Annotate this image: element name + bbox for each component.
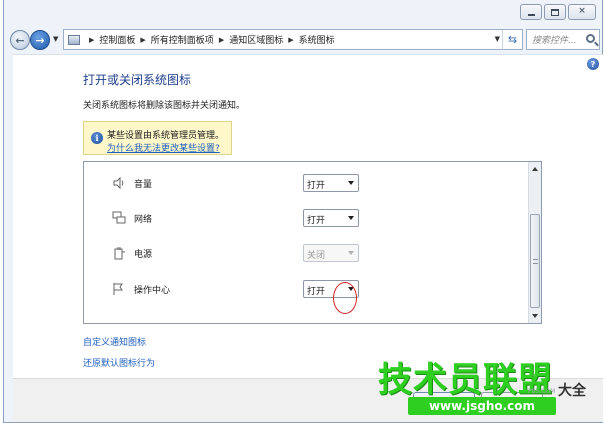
list-item: 电源 关闭 (84, 242, 524, 266)
chevron-right-icon[interactable]: ▶ (288, 36, 293, 44)
chevron-down-icon (348, 216, 354, 220)
back-arrow-icon: ← (15, 33, 25, 47)
admin-notice: i 某些设置由系统管理员管理。 为什么我无法更改某些设置? (83, 121, 232, 155)
computer-icon (68, 34, 80, 45)
breadcrumb-all-items[interactable]: 所有控制面板项 (151, 33, 214, 46)
power-icon (114, 247, 125, 260)
caption-buttons: ✕ (520, 4, 596, 20)
select-value: 打开 (307, 181, 326, 191)
maximize-button[interactable] (544, 4, 566, 20)
maximize-icon (551, 9, 559, 16)
close-icon: ✕ (578, 6, 586, 17)
info-icon: i (91, 132, 103, 144)
page-description: 关闭系统图标将删除该图标并关闭通知。 (83, 101, 246, 111)
notice-text: 某些设置由系统管理员管理。 (107, 131, 225, 141)
flag-icon (113, 283, 123, 295)
select-value: 关闭 (307, 251, 326, 261)
speaker-icon (113, 176, 124, 190)
minimize-icon (528, 14, 535, 16)
search-placeholder: 搜索控件... (532, 36, 577, 46)
list-item: 网络 打开 (84, 207, 524, 231)
forward-button[interactable]: → (30, 30, 50, 50)
icon-label: 网络 (134, 215, 153, 225)
system-icons-list: 音量 打开 网络 打开 电源 关闭 操作中心 打开 (83, 161, 542, 324)
why-cant-change-link[interactable]: 为什么我无法更改某些设置? (107, 141, 220, 154)
help-icon[interactable]: ? (587, 58, 599, 70)
navigation-bar: ← → ▼ ▶ 控制面板 ▶ 所有控制面板项 ▶ 通知区域图标 ▶ 系统图标 ▼… (10, 29, 600, 51)
behavior-select[interactable]: 打开 (303, 174, 359, 192)
refresh-icon[interactable]: ⇆ (502, 30, 522, 49)
grip-icon (533, 259, 538, 264)
watermark-logo: 技术员联盟 (378, 360, 553, 400)
scrollbar-thumb[interactable] (530, 214, 540, 308)
chevron-down-icon (348, 251, 354, 255)
breadcrumb-notification-icons[interactable]: 通知区域图标 (229, 33, 283, 46)
page-title: 打开或关闭系统图标 (83, 73, 192, 87)
behavior-select: 关闭 (303, 244, 359, 262)
highlight-annotation-circle (333, 282, 357, 314)
minimize-button[interactable] (520, 4, 542, 20)
search-icon[interactable] (586, 34, 595, 43)
vertical-scrollbar[interactable] (528, 162, 541, 323)
scroll-down-icon[interactable] (532, 314, 538, 318)
watermark-suffix: 大全 (558, 383, 586, 399)
select-value: 打开 (307, 216, 326, 226)
icon-label: 音量 (134, 180, 153, 190)
restore-default-icons-link[interactable]: 还原默认图标行为 (83, 356, 155, 369)
chevron-down-icon (348, 181, 354, 185)
list-item: 操作中心 打开 (84, 278, 524, 302)
back-button[interactable]: ← (10, 30, 30, 50)
forward-arrow-icon: → (35, 33, 45, 47)
behavior-select[interactable]: 打开 (303, 209, 359, 227)
watermark-url: www.jsgho.com (408, 397, 556, 415)
customize-notification-icons-link[interactable]: 自定义通知图标 (83, 335, 146, 348)
address-bar[interactable]: ▶ 控制面板 ▶ 所有控制面板项 ▶ 通知区域图标 ▶ 系统图标 ▼ ⇆ (63, 29, 523, 50)
close-button[interactable]: ✕ (568, 4, 596, 20)
icon-label: 操作中心 (134, 286, 171, 296)
chevron-right-icon[interactable]: ▶ (219, 36, 224, 44)
network-icon (112, 211, 126, 224)
watermark-small: P85.COM (528, 388, 556, 395)
content-area: ? 打开或关闭系统图标 关闭系统图标将删除该图标并关闭通知。 i 某些设置由系统… (13, 54, 603, 378)
breadcrumb-system-icons[interactable]: 系统图标 (299, 33, 335, 46)
chevron-right-icon[interactable]: ▶ (140, 36, 145, 44)
scroll-up-icon[interactable] (532, 167, 538, 171)
breadcrumb-control-panel[interactable]: 控制面板 (99, 33, 135, 46)
search-input[interactable]: 搜索控件... (526, 29, 600, 50)
chevron-right-icon[interactable]: ▶ (89, 36, 94, 44)
select-value: 打开 (307, 287, 326, 297)
recent-pages-dropdown-icon[interactable]: ▼ (53, 35, 58, 43)
icon-label: 电源 (134, 250, 153, 260)
address-history-dropdown-icon[interactable]: ▼ (495, 35, 500, 43)
list-item: 音量 打开 (84, 172, 524, 196)
